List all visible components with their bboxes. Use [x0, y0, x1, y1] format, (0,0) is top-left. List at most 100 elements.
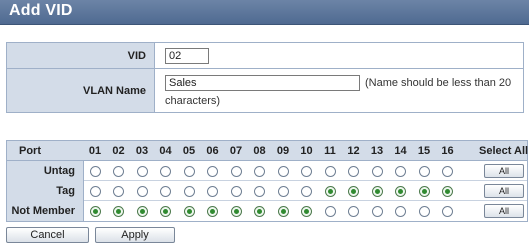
vlan-name-label: VLAN Name: [7, 69, 155, 112]
title-bar: Add VID: [0, 0, 529, 25]
port-radio-button[interactable]: [324, 205, 336, 217]
port-radio-button[interactable]: [395, 205, 406, 217]
port-radio-button[interactable]: [301, 185, 312, 197]
port-radio-cell: [368, 161, 386, 181]
port-radio-button[interactable]: [418, 205, 430, 217]
port-radio-cell: [321, 161, 339, 181]
port-radio-button[interactable]: [136, 205, 148, 217]
port-radio-button[interactable]: [113, 185, 124, 197]
port-radio-cell: [251, 161, 269, 181]
port-radio-button[interactable]: [442, 185, 453, 197]
port-radio-button[interactable]: [371, 165, 383, 177]
port-radio-cell: [345, 161, 363, 181]
apply-button[interactable]: Apply: [95, 227, 175, 243]
port-radio-button[interactable]: [89, 205, 101, 217]
port-radio-cell: [274, 161, 292, 181]
port-radio-button[interactable]: [348, 165, 359, 177]
port-radio-button[interactable]: [324, 165, 336, 177]
port-radio-button[interactable]: [254, 185, 265, 197]
port-column-header: 10: [300, 145, 313, 157]
port-column-header: 13: [370, 145, 384, 157]
port-radio-button[interactable]: [113, 205, 124, 217]
port-radio-button[interactable]: [183, 205, 195, 217]
port-radio-button[interactable]: [371, 205, 383, 217]
not-member-all-button[interactable]: All: [484, 204, 524, 218]
vlan-name-input[interactable]: [165, 75, 360, 91]
port-radio-cell: [157, 181, 175, 201]
port-radio-cell: [345, 181, 363, 201]
port-radio-cell: [86, 161, 104, 181]
port-radio-button[interactable]: [183, 185, 195, 197]
port-column-header: 09: [276, 145, 290, 157]
port-header-row: Port Select All 01 02 03 04 05 06 07 08 09 10 11 12…: [7, 141, 529, 161]
port-column-header: 11: [324, 145, 336, 157]
port-radio-cell: [110, 161, 128, 181]
tag-all-button[interactable]: All: [484, 184, 524, 198]
port-radio-cell: [110, 181, 128, 201]
port-radio-button[interactable]: [301, 165, 312, 177]
untag-all-button[interactable]: All: [484, 164, 524, 178]
port-radio-button[interactable]: [160, 165, 171, 177]
port-column-header: 15: [417, 145, 431, 157]
port-radio-button[interactable]: [230, 165, 242, 177]
port-radio-button[interactable]: [160, 185, 171, 197]
port-radio-button[interactable]: [113, 165, 124, 177]
port-radio-button[interactable]: [89, 185, 101, 197]
port-radio-button[interactable]: [301, 205, 312, 217]
port-radio-button[interactable]: [418, 165, 430, 177]
port-radio-button[interactable]: [348, 205, 359, 217]
row-label: Not Member: [7, 201, 84, 221]
port-radio-button[interactable]: [160, 205, 171, 217]
cancel-button[interactable]: Cancel: [6, 227, 89, 243]
port-radio-button[interactable]: [136, 165, 148, 177]
port-radio-button[interactable]: [442, 165, 453, 177]
port-radio-cell: [368, 201, 386, 221]
port-column-header: 05: [182, 145, 196, 157]
port-radio-button[interactable]: [207, 205, 218, 217]
port-radio-cell: [298, 201, 316, 221]
port-column-header: 07: [229, 145, 243, 157]
port-column-header: 12: [347, 145, 360, 157]
port-radio-button[interactable]: [395, 165, 406, 177]
vid-label: VID: [7, 43, 155, 68]
port-radio-button[interactable]: [418, 185, 430, 197]
vid-input[interactable]: [165, 48, 209, 64]
tag-row: Tag All: [7, 181, 527, 201]
vlan-name-value-cell: (Name should be less than 20 characters): [155, 69, 523, 112]
vlan-name-row: VLAN Name (Name should be less than 20 c…: [7, 69, 523, 112]
port-radio-button[interactable]: [230, 185, 242, 197]
port-radio-button[interactable]: [277, 205, 289, 217]
port-header-label: Port: [19, 145, 41, 157]
port-radio-button[interactable]: [395, 185, 406, 197]
port-radio-cell: [415, 201, 433, 221]
port-radio-button[interactable]: [277, 165, 289, 177]
vlan-name-hint-continued: characters): [165, 95, 221, 107]
select-all-header: Select All: [479, 145, 529, 157]
port-radio-button[interactable]: [348, 185, 359, 197]
untag-row: Untag All: [7, 161, 527, 181]
port-column-header: 04: [159, 145, 172, 157]
port-radio-button[interactable]: [230, 205, 242, 217]
port-radio-button[interactable]: [254, 205, 265, 217]
port-radio-button[interactable]: [442, 205, 453, 217]
port-radio-cell: [368, 181, 386, 201]
port-radio-button[interactable]: [254, 165, 265, 177]
port-radio-button[interactable]: [136, 185, 148, 197]
port-radio-cell: [227, 201, 245, 221]
port-radio-cell: [86, 181, 104, 201]
port-radio-button[interactable]: [207, 185, 218, 197]
port-radio-cell: [392, 201, 410, 221]
port-radio-cell: [274, 181, 292, 201]
row-label: Tag: [7, 181, 84, 201]
port-radio-cell: [204, 161, 222, 181]
port-radio-cell: [133, 201, 151, 221]
port-radio-button[interactable]: [277, 185, 289, 197]
port-radio-button[interactable]: [183, 165, 195, 177]
port-radio-cell: [439, 201, 457, 221]
port-radio-button[interactable]: [89, 165, 101, 177]
port-radio-button[interactable]: [207, 165, 218, 177]
port-column-header: 08: [253, 145, 266, 157]
port-column-header: 01: [88, 145, 102, 157]
port-radio-button[interactable]: [371, 185, 383, 197]
port-radio-button[interactable]: [324, 185, 336, 197]
